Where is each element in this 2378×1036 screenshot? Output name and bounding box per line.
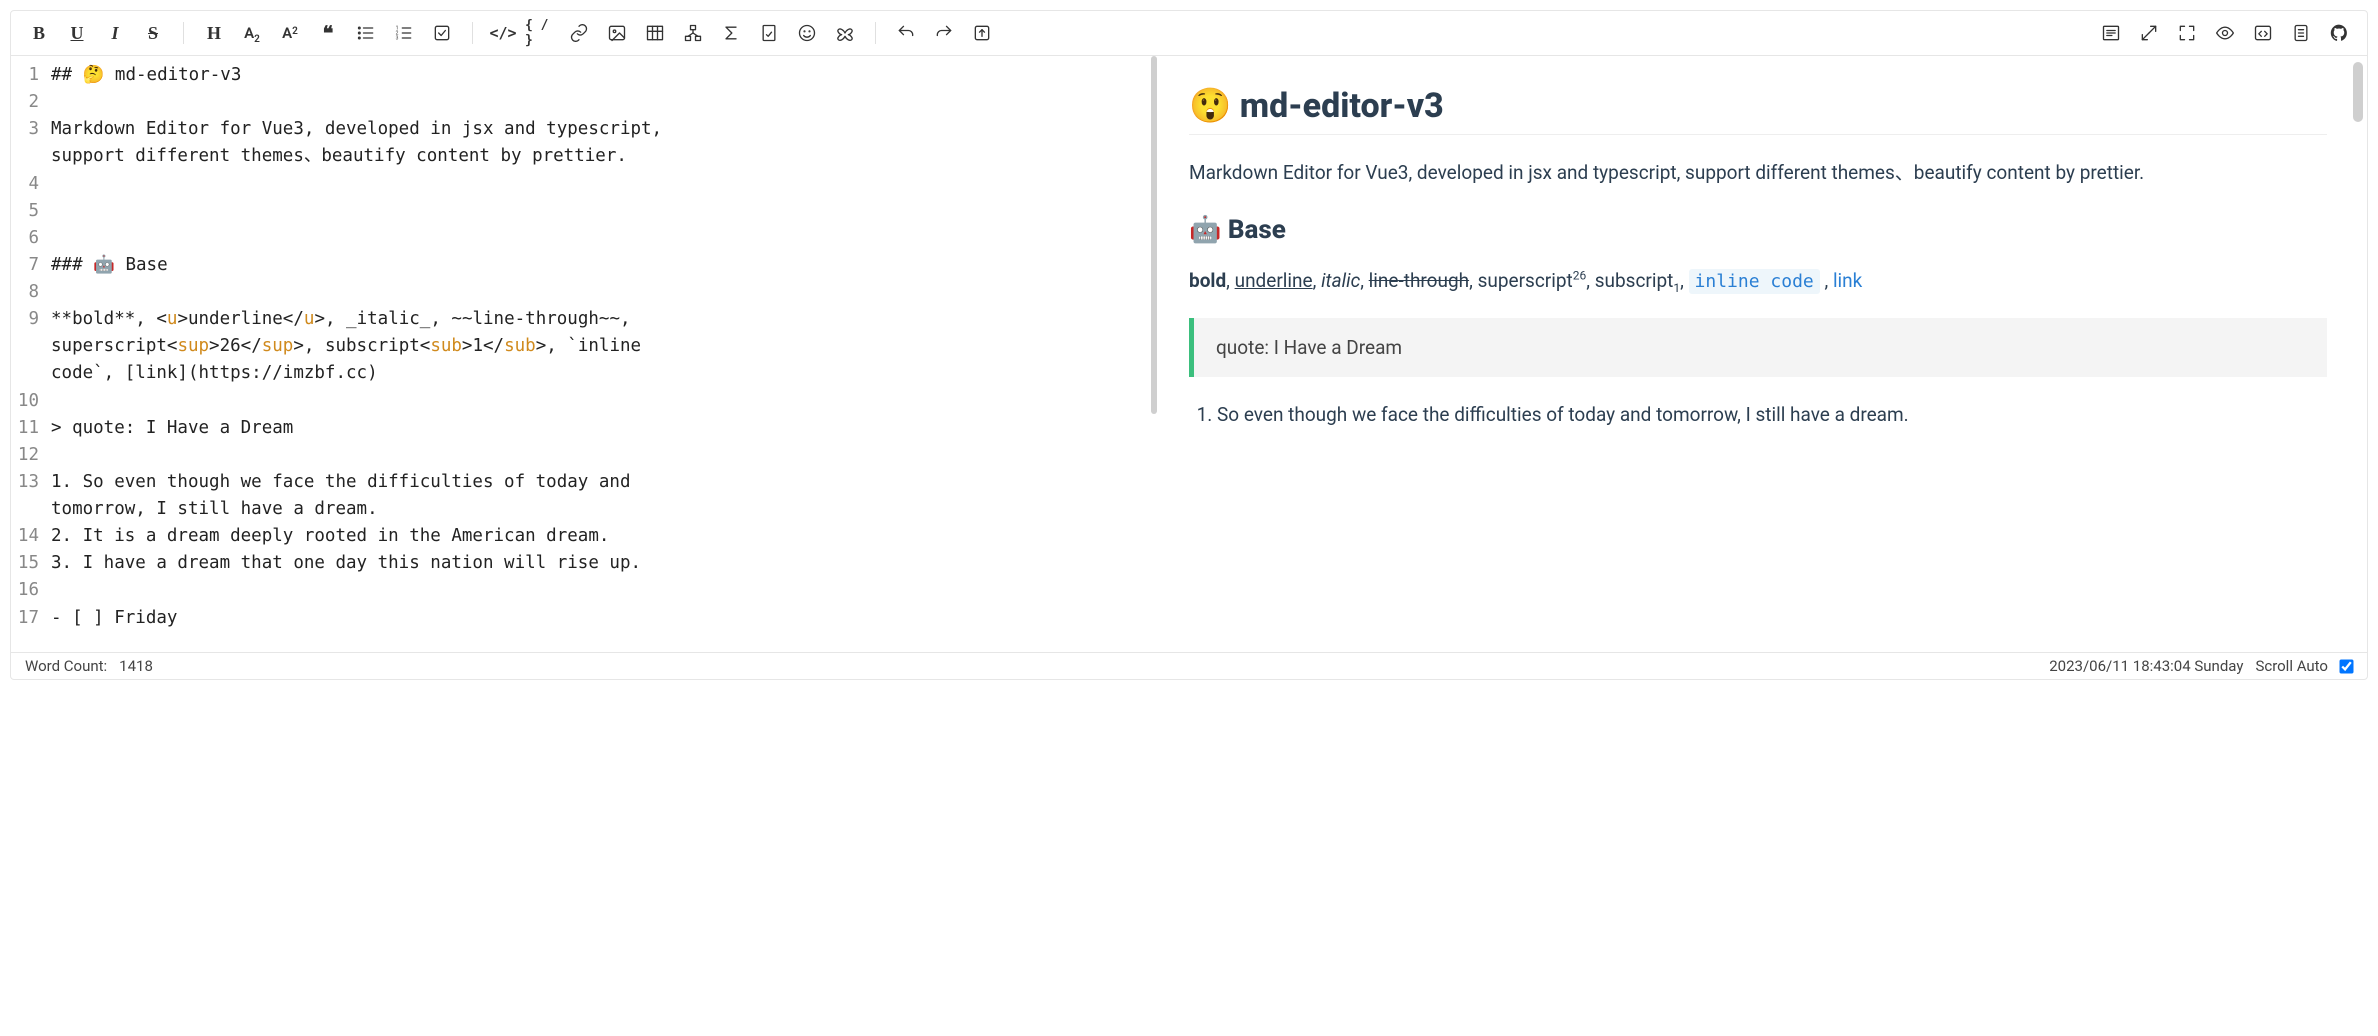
code-block-button[interactable]: { / } [525, 17, 557, 49]
table-button[interactable] [639, 17, 671, 49]
scroll-auto-checkbox[interactable] [2339, 659, 2353, 673]
inline-code-sample: inline code [1689, 269, 1820, 294]
smile-icon [797, 23, 817, 43]
html-preview-button[interactable] [2247, 17, 2279, 49]
undo-button[interactable] [890, 17, 922, 49]
link-icon [569, 23, 589, 43]
preview-h2: 😲 md-editor-v3 [1189, 86, 2327, 135]
emoji-button[interactable] [791, 17, 823, 49]
svg-text:3: 3 [396, 36, 399, 42]
italic-button[interactable]: I [99, 17, 131, 49]
save-button[interactable] [753, 17, 785, 49]
quote-button[interactable]: ❝ [312, 17, 344, 49]
expand-arrow-icon [2139, 23, 2159, 43]
redo-icon [934, 23, 954, 43]
status-bar: Word Count: 1418 2023/06/11 18:43:04 Sun… [11, 652, 2367, 679]
unordered-list-button[interactable] [350, 17, 382, 49]
catalog-icon [2101, 23, 2121, 43]
strike-sample: line-through [1369, 269, 1469, 292]
underline-sample: underline [1235, 269, 1313, 292]
butterfly-icon [835, 23, 855, 43]
image-icon [607, 23, 627, 43]
github-button[interactable] [2323, 17, 2355, 49]
underline-button[interactable]: U [61, 17, 93, 49]
export-icon [972, 23, 992, 43]
separator [472, 22, 473, 44]
preview-h3: 🤖 Base [1189, 215, 2327, 245]
separator [875, 22, 876, 44]
fullscreen-icon [2177, 23, 2197, 43]
preview-quote: quote: I Have a Dream [1189, 318, 2327, 377]
preview-description: Markdown Editor for Vue3, developed in j… [1189, 157, 2327, 189]
scroll-auto-label: Scroll Auto [2255, 657, 2328, 675]
scrollbar-thumb[interactable] [2353, 62, 2363, 122]
subscript-sample: subscript1 [1595, 269, 1680, 292]
preview-pane: 😲 md-editor-v3 Markdown Editor for Vue3,… [1159, 56, 2367, 652]
italic-sample: italic [1321, 269, 1360, 292]
mermaid-button[interactable] [677, 17, 709, 49]
superscript-sample: superscript26 [1478, 269, 1587, 292]
word-count-label: Word Count: [25, 657, 107, 675]
preview-format-line: bold, underline, italic, line-through, s… [1189, 263, 2327, 300]
task-list-button[interactable] [426, 17, 458, 49]
editor-container: B U I S H A2 A2 ❝ 123 </> { / } [10, 10, 2368, 680]
code-box-icon [2253, 23, 2273, 43]
bold-sample: bold [1189, 269, 1226, 292]
page-fullscreen-button[interactable] [2133, 17, 2165, 49]
checkbox-icon [432, 23, 452, 43]
source-text[interactable]: ## 🤔 md-editor-v3 Markdown Editor for Vu… [47, 56, 1149, 652]
panes: 123 456789 10111213 14151617 ## 🤔 md-edi… [11, 56, 2367, 652]
toolbar: B U I S H A2 A2 ❝ 123 </> { / } [11, 11, 2367, 56]
eye-icon [2215, 23, 2235, 43]
heading-button[interactable]: H [198, 17, 230, 49]
ordered-list-button[interactable]: 123 [388, 17, 420, 49]
table-icon [645, 23, 665, 43]
catalog-button[interactable] [2095, 17, 2127, 49]
list-item: So even though we face the difficulties … [1217, 399, 2327, 431]
toc-button[interactable] [2285, 17, 2317, 49]
link-sample[interactable]: link [1833, 269, 1862, 292]
superscript-button[interactable]: A2 [274, 17, 306, 49]
page-lines-icon [2291, 23, 2311, 43]
redo-button[interactable] [928, 17, 960, 49]
link-button[interactable] [563, 17, 595, 49]
list-ul-icon [356, 23, 376, 43]
preview-button[interactable] [2209, 17, 2241, 49]
export-button[interactable] [966, 17, 998, 49]
bold-button[interactable]: B [23, 17, 55, 49]
fullscreen-button[interactable] [2171, 17, 2203, 49]
prettier-button[interactable] [829, 17, 861, 49]
list-ol-icon: 123 [394, 23, 414, 43]
preview-ordered-list: So even though we face the difficulties … [1189, 399, 2327, 431]
sigma-icon [721, 23, 741, 43]
timestamp: 2023/06/11 18:43:04 Sunday [2049, 657, 2243, 675]
image-button[interactable] [601, 17, 633, 49]
separator [183, 22, 184, 44]
code-inline-button[interactable]: </> [487, 17, 519, 49]
line-gutter: 123 456789 10111213 14151617 [11, 56, 47, 652]
github-icon [2329, 23, 2349, 43]
subscript-button[interactable]: A2 [236, 17, 268, 49]
undo-icon [896, 23, 916, 43]
strike-button[interactable]: S [137, 17, 169, 49]
splitter-handle[interactable] [1149, 56, 1159, 652]
source-pane[interactable]: 123 456789 10111213 14151617 ## 🤔 md-edi… [11, 56, 1149, 652]
diagram-icon [683, 23, 703, 43]
formula-button[interactable] [715, 17, 747, 49]
bookmark-icon [759, 23, 779, 43]
word-count-value: 1418 [119, 657, 153, 675]
